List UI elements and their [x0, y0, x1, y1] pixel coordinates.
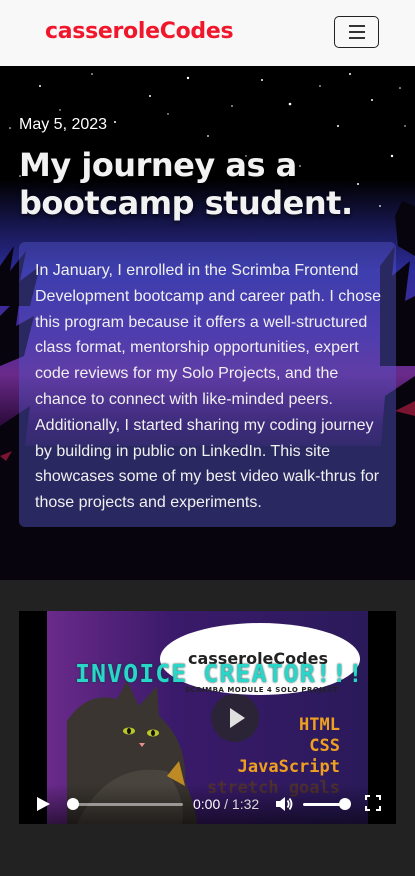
hamburger-menu-button[interactable]	[334, 16, 379, 48]
hamburger-line	[348, 31, 365, 33]
volume-icon[interactable]	[274, 795, 294, 813]
video-controls: 0:00 / 1:32	[19, 784, 396, 824]
big-play-button[interactable]	[211, 694, 259, 742]
seek-handle[interactable]	[67, 798, 79, 810]
topic-javascript: JavaScript	[237, 757, 340, 777]
intro-text: In January, I enrolled in the Scrimba Fr…	[35, 262, 381, 512]
video-player[interactable]: casseroleCodes INVOICE CREATOR!!! SCRIMB…	[19, 611, 396, 824]
hero-section: May 5, 2023 My journey as a bootcamp stu…	[0, 66, 415, 580]
intro-card: In January, I enrolled in the Scrimba Fr…	[19, 242, 396, 527]
volume-handle[interactable]	[339, 798, 351, 810]
duration: 1:32	[231, 796, 260, 812]
time-display: 0:00 / 1:32	[193, 796, 259, 812]
fullscreen-icon[interactable]	[365, 795, 381, 811]
page-title: My journey as a bootcamp student.	[19, 146, 353, 222]
current-time: 0:00	[193, 796, 221, 812]
time-separator: /	[224, 796, 229, 812]
hamburger-menu-icon	[348, 25, 365, 27]
hamburger-line	[348, 37, 365, 39]
video-section: casseroleCodes INVOICE CREATOR!!! SCRIMB…	[0, 580, 415, 876]
seek-bar[interactable]	[73, 803, 183, 806]
navbar: casseroleCodes	[0, 0, 415, 67]
brand-logo[interactable]: casseroleCodes	[45, 19, 234, 44]
play-icon[interactable]	[37, 797, 50, 811]
post-date: May 5, 2023	[19, 116, 108, 133]
